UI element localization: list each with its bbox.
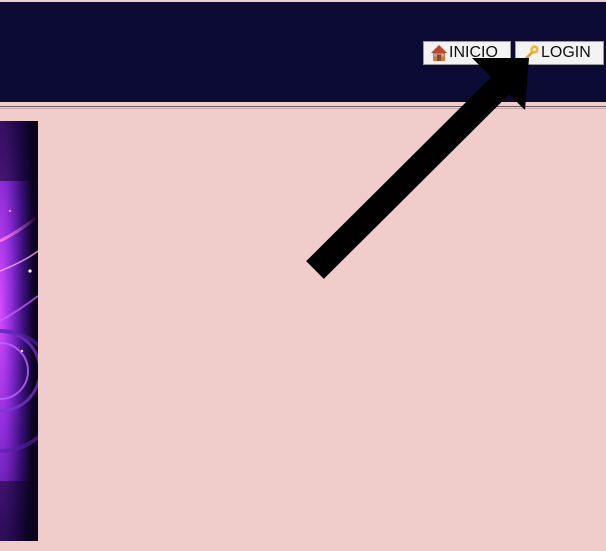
header-divider-light [0, 108, 606, 109]
login-button-label: LOGIN [541, 44, 591, 61]
login-button[interactable]: LOGIN [515, 41, 604, 65]
key-icon [522, 44, 540, 62]
header-divider [0, 106, 606, 107]
banner-image [0, 121, 38, 541]
home-button[interactable]: INICIO [423, 41, 511, 65]
header-bar: INICIO LOGIN [0, 2, 606, 102]
home-button-label: INICIO [449, 44, 498, 61]
house-icon [430, 44, 448, 62]
